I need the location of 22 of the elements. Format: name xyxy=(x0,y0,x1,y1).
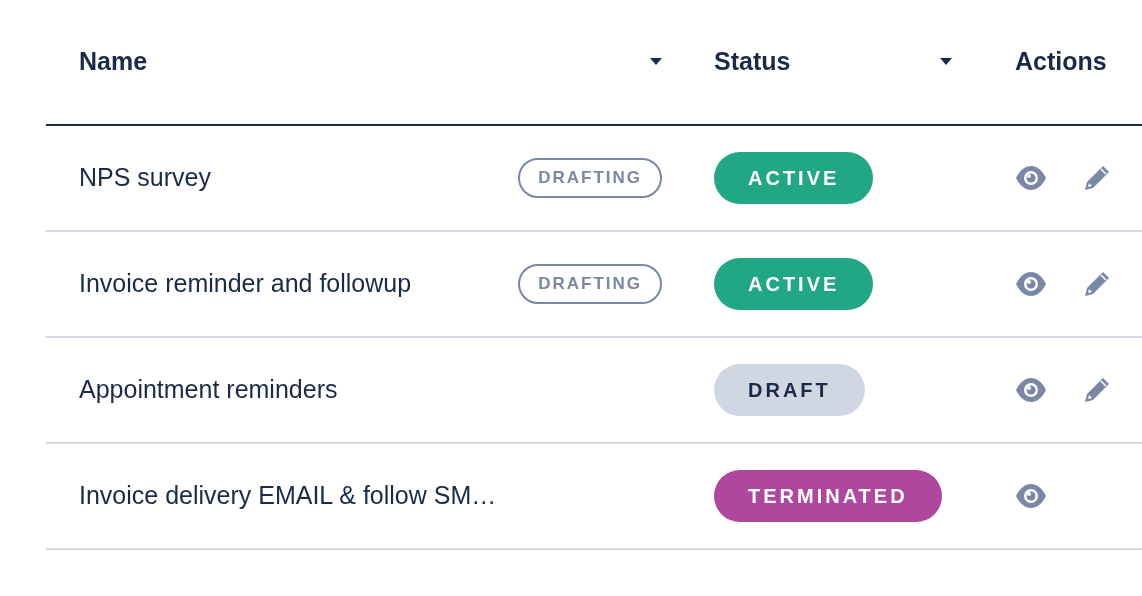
view-icon[interactable] xyxy=(1015,483,1047,509)
edit-icon[interactable] xyxy=(1083,270,1111,298)
column-header: Name xyxy=(79,46,148,78)
drafting-tag: DRAFTING xyxy=(518,264,662,304)
column-header: Status xyxy=(714,46,791,78)
view-icon[interactable] xyxy=(1015,377,1047,403)
edit-icon[interactable] xyxy=(1083,376,1111,404)
status-badge: ACTIVE xyxy=(714,258,874,310)
row-name: Invoice reminder and followup xyxy=(79,268,412,300)
row-name: Appointment reminders xyxy=(79,374,338,406)
drafting-tag: DRAFTING xyxy=(518,158,662,198)
status-badge: TERMINATED xyxy=(714,470,942,522)
column-header: Actions xyxy=(1015,46,1107,78)
status-badge: ACTIVE xyxy=(714,152,874,204)
row-name: NPS survey xyxy=(79,162,211,194)
view-icon[interactable] xyxy=(1015,165,1047,191)
view-icon[interactable] xyxy=(1015,271,1047,297)
sort-caret-icon[interactable] xyxy=(940,58,952,66)
row-name: Invoice delivery EMAIL & follow SM… xyxy=(79,480,497,512)
status-badge: DRAFT xyxy=(714,364,865,416)
sort-caret-icon[interactable] xyxy=(650,58,662,66)
edit-icon[interactable] xyxy=(1083,164,1111,192)
